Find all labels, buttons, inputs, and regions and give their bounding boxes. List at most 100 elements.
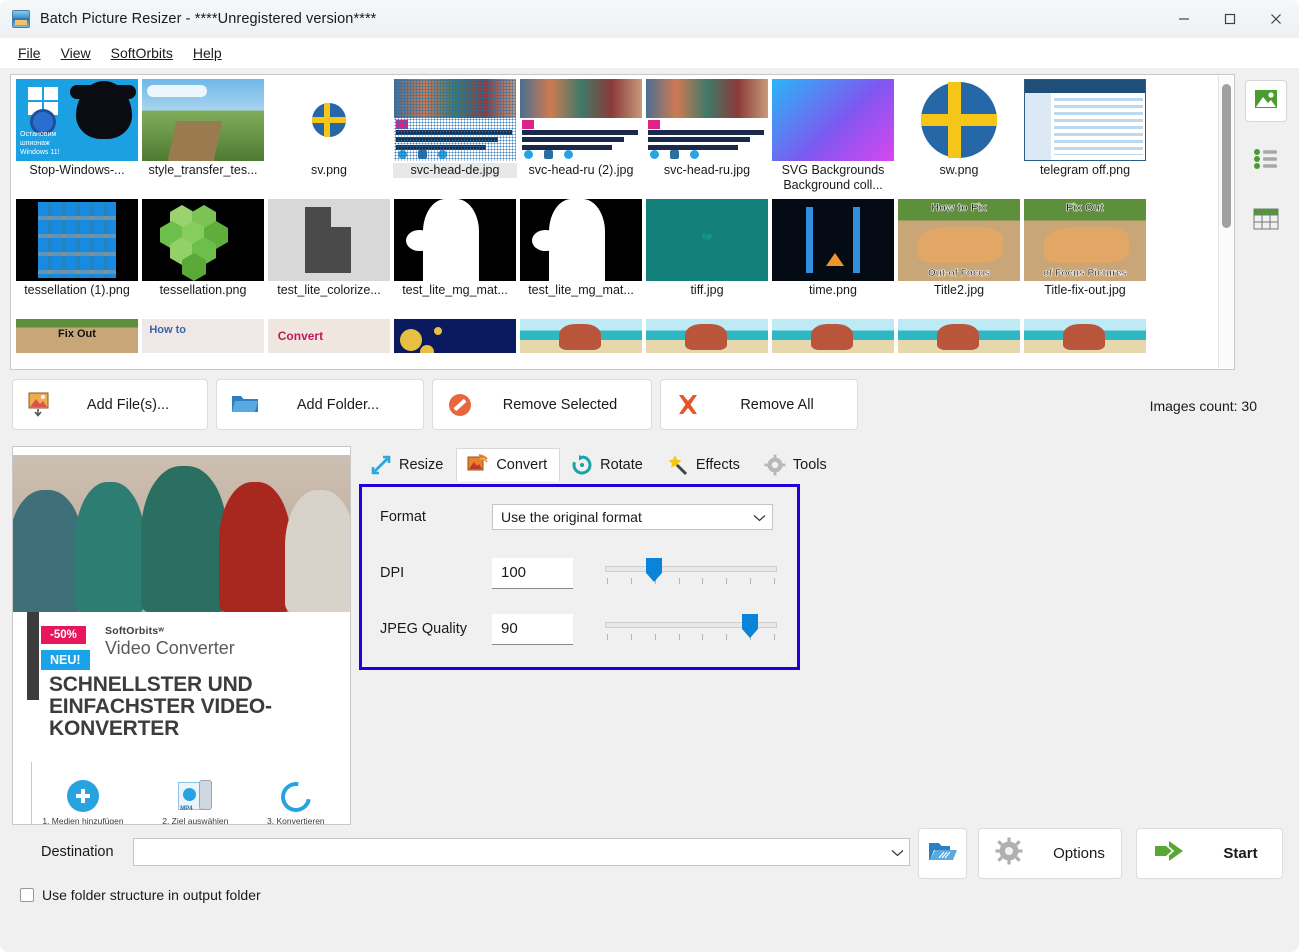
thumbnail-item[interactable]: svc-head-ru (2).jpg <box>519 79 643 199</box>
thumbnail-item[interactable] <box>393 319 517 353</box>
destination-input[interactable] <box>133 838 910 866</box>
dpi-slider[interactable] <box>605 556 777 590</box>
new-badge: NEU! <box>41 650 90 670</box>
thumbnail-item[interactable]: SVG Backgrounds Background coll... <box>771 79 895 199</box>
options-button[interactable]: Options <box>978 828 1122 879</box>
menu-softorbits[interactable]: SoftOrbits <box>101 41 183 65</box>
preview-step-caption: 1. Medien hinzufügen <box>42 816 124 825</box>
thumbnail-item[interactable]: tessellation.png <box>141 199 265 319</box>
thumbnail-item[interactable]: Fix Out <box>15 319 139 353</box>
thumbnail-label: SVG Backgrounds Background coll... <box>781 163 885 192</box>
jpeg-quality-slider[interactable] <box>605 612 777 646</box>
title-bar: Batch Picture Resizer - ****Unregistered… <box>0 0 1299 38</box>
thumbnail-item[interactable]: test_lite_mg_mat... <box>393 199 517 319</box>
image-list-panel[interactable]: Остановим шпионаж Windows 11! Stop-Windows-… <box>10 74 1235 370</box>
view-mode-details[interactable] <box>1245 200 1287 242</box>
remove-selected-button[interactable]: Remove Selected <box>432 379 652 430</box>
menu-view-label: View <box>60 45 91 61</box>
preview-step-caption: 3. Konvertieren <box>267 816 325 825</box>
thumbnail-item[interactable]: style_transfer_tes... <box>141 79 265 199</box>
thumbnail-image: Convert <box>268 319 390 353</box>
thumbnail-image: How to <box>142 319 264 353</box>
thumb-art-screenshot <box>1024 79 1146 161</box>
thumbnail-image: Fix Out of Focus Pictures <box>1024 199 1146 281</box>
close-icon[interactable] <box>1253 0 1299 38</box>
view-mode-buttons <box>1245 80 1289 260</box>
thumbnail-item[interactable]: sw.png <box>897 79 1021 199</box>
start-button[interactable]: Start <box>1136 828 1283 879</box>
thumbnail-item[interactable]: tessellation (1).png <box>15 199 139 319</box>
menu-bar: File View SoftOrbits Help <box>0 38 1299 68</box>
thumbnail-item[interactable]: How to Fix Out-of Focus Title2.jpg <box>897 199 1021 319</box>
scrollbar-thumb[interactable] <box>1222 84 1231 228</box>
maximize-icon[interactable] <box>1207 0 1253 38</box>
thumbnail-label: Title2.jpg <box>933 283 985 297</box>
thumbnail-item[interactable]: test_lite_mg_mat... <box>519 199 643 319</box>
preview-step: MP4 2. Ziel auswählen <box>162 780 228 824</box>
thumbnail-label: svc-head-de.jpg <box>393 163 517 178</box>
thumbnail-item[interactable]: sv.png <box>267 79 391 199</box>
image-list-scrollbar[interactable] <box>1218 76 1233 368</box>
rotate-icon <box>571 454 593 476</box>
thumbnail-label: style_transfer_tes... <box>148 163 258 177</box>
preview-step: 1. Medien hinzufügen <box>42 780 124 825</box>
thumbnail-item[interactable]: time.png <box>771 199 895 319</box>
tab-convert[interactable]: Convert <box>456 448 561 481</box>
menu-file[interactable]: File <box>8 41 51 65</box>
menu-view[interactable]: View <box>51 41 101 65</box>
add-folder-button[interactable]: Add Folder... <box>216 379 424 430</box>
preview-photo <box>13 455 350 612</box>
thumbnail-image <box>142 79 264 161</box>
thumb-art-mask <box>520 199 642 281</box>
thumb-art-hexagons <box>142 199 264 281</box>
thumb-art-beach <box>1024 319 1146 353</box>
thumb-art-tiles: TIF <box>646 199 768 281</box>
thumb-art-flag <box>268 79 390 161</box>
thumbnail-image <box>772 199 894 281</box>
view-mode-thumbnails[interactable] <box>1245 80 1287 122</box>
tab-rotate[interactable]: Rotate <box>560 448 656 481</box>
dpi-input[interactable]: 100 <box>492 557 573 589</box>
checkbox-box[interactable] <box>20 888 34 902</box>
chevron-down-icon[interactable] <box>891 844 904 860</box>
thumbnail-item[interactable]: Fix Out of Focus Pictures Title-fix-out.jp… <box>1023 199 1147 319</box>
minimize-icon[interactable] <box>1161 0 1207 38</box>
thumbnail-item[interactable]: svc-head-ru.jpg <box>645 79 769 199</box>
thumb-art-fixout-small: Fix Out <box>16 319 138 353</box>
preview-person <box>285 490 350 612</box>
menu-help[interactable]: Help <box>183 41 232 65</box>
view-mode-list[interactable] <box>1245 140 1287 182</box>
start-label: Start <box>1223 845 1258 862</box>
thumbnail-item[interactable]: Convert <box>267 319 391 353</box>
thumb-art-beach <box>520 319 642 353</box>
thumbnail-item[interactable]: svc-head-de.jpg <box>393 79 517 199</box>
format-select[interactable]: Use the original format <box>492 504 773 530</box>
remove-all-button[interactable]: Remove All <box>660 379 858 430</box>
add-files-label: Add File(s)... <box>86 396 170 413</box>
thumbnail-image <box>898 79 1020 161</box>
use-folder-structure-checkbox[interactable]: Use folder structure in output folder <box>20 887 261 903</box>
jpeg-quality-input[interactable]: 90 <box>492 613 573 645</box>
thumbnail-image <box>268 199 390 281</box>
thumbnail-item[interactable]: Остановим шпионаж Windows 11! Stop-Windows-… <box>15 79 139 199</box>
thumbnail-item[interactable]: telegram off.png <box>1023 79 1147 199</box>
tab-rotate-label: Rotate <box>600 457 643 473</box>
thumbnail-item[interactable]: How to <box>141 319 265 353</box>
thumb-art-cat-howtofix: How to Fix Out-of Focus <box>898 199 1020 281</box>
thumbnail-item[interactable] <box>897 319 1021 353</box>
thumbnail-item[interactable] <box>645 319 769 353</box>
browse-destination-button[interactable] <box>918 828 967 879</box>
chevron-down-icon <box>753 509 766 525</box>
tab-tools[interactable]: Tools <box>752 448 840 481</box>
tab-effects[interactable]: Effects <box>655 448 753 481</box>
dpi-row: DPI 100 <box>380 556 785 590</box>
thumbnail-item[interactable]: TIF tiff.jpg <box>645 199 769 319</box>
format-value: Use the original format <box>501 509 642 525</box>
tab-resize[interactable]: Resize <box>359 448 457 481</box>
thumbnail-item[interactable] <box>771 319 895 353</box>
add-files-button[interactable]: Add File(s)... <box>12 379 208 430</box>
thumbnail-item[interactable]: test_lite_colorize... <box>267 199 391 319</box>
thumbnail-item[interactable] <box>519 319 643 353</box>
thumbnail-item[interactable] <box>1023 319 1147 353</box>
thumbnail-image <box>646 79 768 161</box>
